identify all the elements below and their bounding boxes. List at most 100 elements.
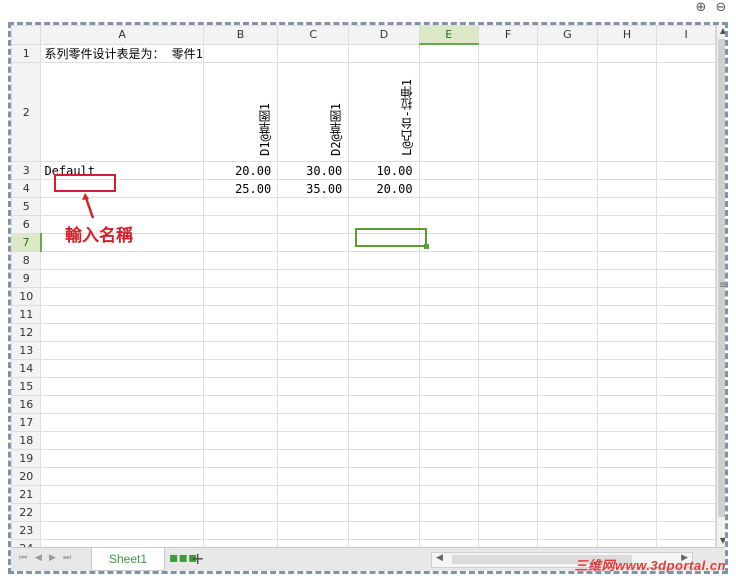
cell-b6[interactable] [202, 215, 279, 234]
cell-a8[interactable] [40, 251, 204, 270]
cell-i18[interactable] [656, 431, 716, 450]
row-header[interactable]: 21 [11, 485, 42, 504]
row-header[interactable]: 7 [11, 233, 42, 252]
column-header-b[interactable]: B [202, 25, 279, 45]
cell-c9[interactable] [277, 269, 350, 288]
cell-d21[interactable] [348, 485, 420, 504]
cell-c10[interactable] [277, 287, 350, 306]
cell-g8[interactable] [537, 251, 598, 270]
row-header[interactable]: 23 [11, 521, 42, 540]
cell-g12[interactable] [537, 323, 598, 342]
cell-c23[interactable] [277, 521, 350, 540]
cell-f15[interactable] [477, 377, 539, 396]
cell-e11[interactable] [418, 305, 479, 324]
cell-i13[interactable] [656, 341, 716, 360]
column-header-h[interactable]: H [596, 25, 658, 45]
fill-handle[interactable] [424, 244, 429, 249]
cell-a16[interactable] [40, 395, 204, 414]
cell-d3[interactable]: 10.00 [348, 161, 420, 180]
cell-a17[interactable] [40, 413, 204, 432]
cell-b22[interactable] [202, 503, 279, 522]
cell-a18[interactable] [40, 431, 204, 450]
vertical-scrollbar[interactable]: ▲ ≡ ▼ [716, 25, 725, 547]
cell-g7[interactable] [537, 233, 598, 252]
cell-b14[interactable] [202, 359, 279, 378]
cell-h16[interactable] [596, 395, 658, 414]
cell-h8[interactable] [596, 251, 658, 270]
column-header-i[interactable]: I [656, 25, 716, 45]
cell-g15[interactable] [537, 377, 598, 396]
row-header[interactable]: 13 [11, 341, 42, 360]
column-header-c[interactable]: C [277, 25, 350, 45]
cell-h20[interactable] [596, 467, 658, 486]
cell-f2[interactable] [477, 62, 539, 162]
cell-c19[interactable] [277, 449, 350, 468]
cell-h9[interactable] [596, 269, 658, 288]
cell-b3[interactable]: 20.00 [202, 161, 279, 180]
cell-c21[interactable] [277, 485, 350, 504]
first-sheet-icon[interactable]: ⏮ [19, 553, 27, 563]
row-header[interactable]: 19 [11, 449, 42, 468]
cell-h3[interactable] [596, 161, 658, 180]
cell-i22[interactable] [656, 503, 716, 522]
cell-e8[interactable] [418, 251, 479, 270]
cell-i10[interactable] [656, 287, 716, 306]
cell-b5[interactable] [202, 197, 279, 216]
row-header[interactable]: 18 [11, 431, 42, 450]
cell-h19[interactable] [596, 449, 658, 468]
cell-d9[interactable] [348, 269, 420, 288]
cell-f11[interactable] [477, 305, 539, 324]
scrollbar-thumb[interactable] [718, 39, 725, 517]
row-header[interactable]: 11 [11, 305, 42, 324]
cell-g16[interactable] [537, 395, 598, 414]
cell-d14[interactable] [348, 359, 420, 378]
cell-d24[interactable] [348, 539, 420, 547]
cell-h17[interactable] [596, 413, 658, 432]
cell-d19[interactable] [348, 449, 420, 468]
cell-i12[interactable] [656, 323, 716, 342]
cell-i5[interactable] [656, 197, 716, 216]
row-header[interactable]: 6 [11, 215, 42, 234]
prev-sheet-icon[interactable]: ◀ [35, 553, 42, 563]
cell-d15[interactable] [348, 377, 420, 396]
cell-d17[interactable] [348, 413, 420, 432]
cell-b12[interactable] [202, 323, 279, 342]
cell-g13[interactable] [537, 341, 598, 360]
cell-a23[interactable] [40, 521, 204, 540]
cell-e1[interactable] [418, 43, 479, 63]
row-header[interactable]: 2 [11, 62, 42, 162]
zoom-out-icon[interactable]: ⊖ [714, 1, 728, 15]
cell-b4[interactable]: 25.00 [202, 179, 279, 198]
cell-b13[interactable] [202, 341, 279, 360]
cell-h7[interactable] [596, 233, 658, 252]
cell-d12[interactable] [348, 323, 420, 342]
cell-e9[interactable] [418, 269, 479, 288]
cell-i11[interactable] [656, 305, 716, 324]
cell-f6[interactable] [477, 215, 539, 234]
cell-a20[interactable] [40, 467, 204, 486]
cell-i4[interactable] [656, 179, 716, 198]
cell-c18[interactable] [277, 431, 350, 450]
cell-e3[interactable] [418, 161, 479, 180]
cell-a19[interactable] [40, 449, 204, 468]
cell-h24[interactable] [596, 539, 658, 547]
cell-b9[interactable] [202, 269, 279, 288]
cell-i2[interactable] [656, 62, 716, 162]
scroll-up-icon[interactable]: ▲ [717, 25, 725, 37]
cell-d20[interactable] [348, 467, 420, 486]
cell-g3[interactable] [537, 161, 598, 180]
cell-f23[interactable] [477, 521, 539, 540]
cell-g21[interactable] [537, 485, 598, 504]
cell-d8[interactable] [348, 251, 420, 270]
cell-a2[interactable] [40, 62, 204, 162]
column-header-g[interactable]: G [537, 25, 598, 45]
cell-e17[interactable] [418, 413, 479, 432]
row-header[interactable]: 12 [11, 323, 42, 342]
cell-f3[interactable] [477, 161, 539, 180]
cell-c16[interactable] [277, 395, 350, 414]
cell-f20[interactable] [477, 467, 539, 486]
cell-i23[interactable] [656, 521, 716, 540]
cell-i14[interactable] [656, 359, 716, 378]
cell-b2[interactable]: D1@草图1 [202, 62, 279, 162]
cell-a24[interactable] [40, 539, 204, 547]
